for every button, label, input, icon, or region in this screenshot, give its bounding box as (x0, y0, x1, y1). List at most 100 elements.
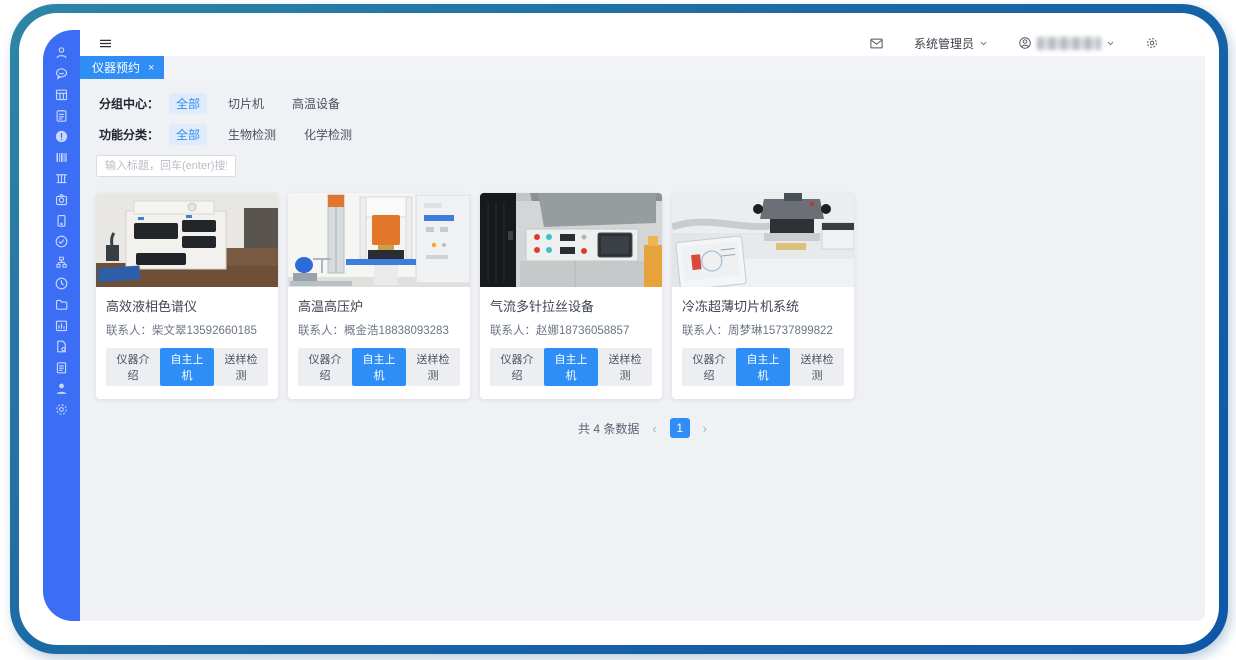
sidebar-item-profile[interactable] (43, 378, 80, 399)
pagination-prev-button[interactable]: ‹ (652, 421, 656, 436)
self-operate-button[interactable]: 自主上机 (352, 348, 406, 386)
pagination: 共 4 条数据 ‹ 1 › (96, 418, 1189, 438)
sidebar-item-organization[interactable] (43, 252, 80, 273)
clipboard-2-icon (54, 360, 69, 375)
equipment-card-furnace[interactable]: 高温高压炉 联系人：概金浩18838093283 仪器介绍 自主上机 送样检测 (288, 193, 470, 399)
sidebar-item-camera[interactable] (43, 189, 80, 210)
equipment-card-hplc[interactable]: 高效液相色谱仪 联系人：柴文翠13592660185 仪器介绍 自主上机 送样检… (96, 193, 278, 399)
equipment-card-list: 高效液相色谱仪 联系人：柴文翠13592660185 仪器介绍 自主上机 送样检… (96, 193, 1189, 399)
equipment-photo-hplc (96, 193, 278, 287)
filter-group-center: 分组中心： 全部 切片机 高温设备 (99, 93, 1189, 114)
gear-icon (1145, 36, 1159, 50)
camera-icon (54, 192, 69, 207)
sidebar-item-settings[interactable] (43, 399, 80, 420)
table-icon (54, 87, 69, 102)
outer-frame: 系统管理员 仪器预约 × (10, 4, 1228, 654)
filter-func-label: 功能分类： (99, 126, 159, 143)
sample-test-button[interactable]: 送样检测 (214, 348, 268, 386)
equipment-card-wire-drawing[interactable]: 气流多针拉丝设备 联系人：赵娜18736058857 仪器介绍 自主上机 送样检… (480, 193, 662, 399)
chat-icon (54, 66, 69, 81)
user-dropdown[interactable] (1018, 36, 1115, 50)
rack-icon (54, 171, 69, 186)
sidebar-item-history[interactable] (43, 273, 80, 294)
equipment-contact: 联系人：概金浩18838093283 (298, 322, 460, 338)
chart-icon (54, 318, 69, 333)
sidebar-item-files[interactable] (43, 294, 80, 315)
hamburger-icon (98, 36, 113, 51)
search-box (96, 155, 1189, 177)
filter-chip-func-bio[interactable]: 生物检测 (221, 124, 283, 145)
intro-button[interactable]: 仪器介绍 (106, 348, 160, 386)
role-label: 系统管理员 (914, 35, 974, 52)
filter-chip-func-all[interactable]: 全部 (169, 124, 207, 145)
sidebar-item-alerts[interactable] (43, 126, 80, 147)
user-name-masked (1037, 37, 1101, 50)
pagination-next-button[interactable]: › (703, 421, 707, 436)
user-circle-icon (1018, 36, 1032, 50)
sidebar-item-records[interactable] (43, 357, 80, 378)
sidebar-item-user[interactable] (43, 42, 80, 63)
gear-icon (54, 402, 69, 417)
topbar: 系统管理员 (80, 30, 1205, 56)
folder-icon (54, 297, 69, 312)
hamburger-menu-button[interactable] (98, 36, 113, 51)
filter-chip-func-chem[interactable]: 化学检测 (297, 124, 359, 145)
device-icon (54, 213, 69, 228)
sidebar-item-barcode[interactable] (43, 147, 80, 168)
barcode-icon (54, 150, 69, 165)
search-input[interactable] (96, 155, 236, 177)
equipment-card-microtome[interactable]: 冷冻超薄切片机系统 联系人：周梦琳15737899822 仪器介绍 自主上机 送… (672, 193, 854, 399)
filter-chip-group-slicer[interactable]: 切片机 (221, 93, 271, 114)
user-icon (54, 45, 69, 60)
filter-function-category: 功能分类： 全部 生物检测 化学检测 (99, 124, 1189, 145)
self-operate-button[interactable]: 自主上机 (544, 348, 598, 386)
check-circle-icon (54, 234, 69, 249)
app-window: 系统管理员 仪器预约 × (19, 13, 1219, 645)
pagination-total: 共 4 条数据 (578, 420, 639, 437)
filter-chip-group-high-temp[interactable]: 高温设备 (285, 93, 347, 114)
clipboard-icon (54, 108, 69, 123)
tab-instrument-reservation[interactable]: 仪器预约 × (80, 56, 164, 79)
sample-test-button[interactable]: 送样检测 (406, 348, 460, 386)
user-filled-icon (54, 381, 69, 396)
pagination-page-1[interactable]: 1 (670, 418, 690, 438)
file-gear-icon (54, 339, 69, 354)
tab-close-icon[interactable]: × (148, 62, 154, 74)
tab-label: 仪器预约 (92, 59, 140, 76)
equipment-contact: 联系人：柴文翠13592660185 (106, 322, 268, 338)
equipment-title: 气流多针拉丝设备 (490, 296, 652, 315)
intro-button[interactable]: 仪器介绍 (490, 348, 544, 386)
sidebar-item-equipment-rack[interactable] (43, 168, 80, 189)
sidebar-item-file-settings[interactable] (43, 336, 80, 357)
sidebar (43, 30, 80, 621)
sidebar-item-device[interactable] (43, 210, 80, 231)
equipment-photo-microtome (672, 193, 854, 287)
mail-button[interactable] (869, 36, 884, 51)
filter-chip-group-all[interactable]: 全部 (169, 93, 207, 114)
intro-button[interactable]: 仪器介绍 (298, 348, 352, 386)
chevron-down-icon (1106, 39, 1115, 48)
equipment-contact: 联系人：赵娜18736058857 (490, 322, 652, 338)
self-operate-button[interactable]: 自主上机 (736, 348, 790, 386)
sample-test-button[interactable]: 送样检测 (790, 348, 844, 386)
equipment-title: 冷冻超薄切片机系统 (682, 296, 844, 315)
equipment-photo-wire-drawing (480, 193, 662, 287)
settings-button[interactable] (1145, 36, 1159, 50)
role-dropdown[interactable]: 系统管理员 (914, 35, 988, 52)
equipment-contact: 联系人：周梦琳15737899822 (682, 322, 844, 338)
clock-icon (54, 276, 69, 291)
sidebar-item-schedule[interactable] (43, 84, 80, 105)
sidebar-item-tasks[interactable] (43, 105, 80, 126)
sidebar-item-approval[interactable] (43, 231, 80, 252)
equipment-title: 高温高压炉 (298, 296, 460, 315)
mail-icon (869, 36, 884, 51)
tab-bar: 仪器预约 × (80, 56, 1205, 79)
main-area: 系统管理员 仪器预约 × (80, 30, 1205, 621)
sample-test-button[interactable]: 送样检测 (598, 348, 652, 386)
intro-button[interactable]: 仪器介绍 (682, 348, 736, 386)
alert-icon (54, 129, 69, 144)
sidebar-item-reports[interactable] (43, 315, 80, 336)
self-operate-button[interactable]: 自主上机 (160, 348, 214, 386)
chevron-down-icon (979, 39, 988, 48)
sidebar-item-messages[interactable] (43, 63, 80, 84)
